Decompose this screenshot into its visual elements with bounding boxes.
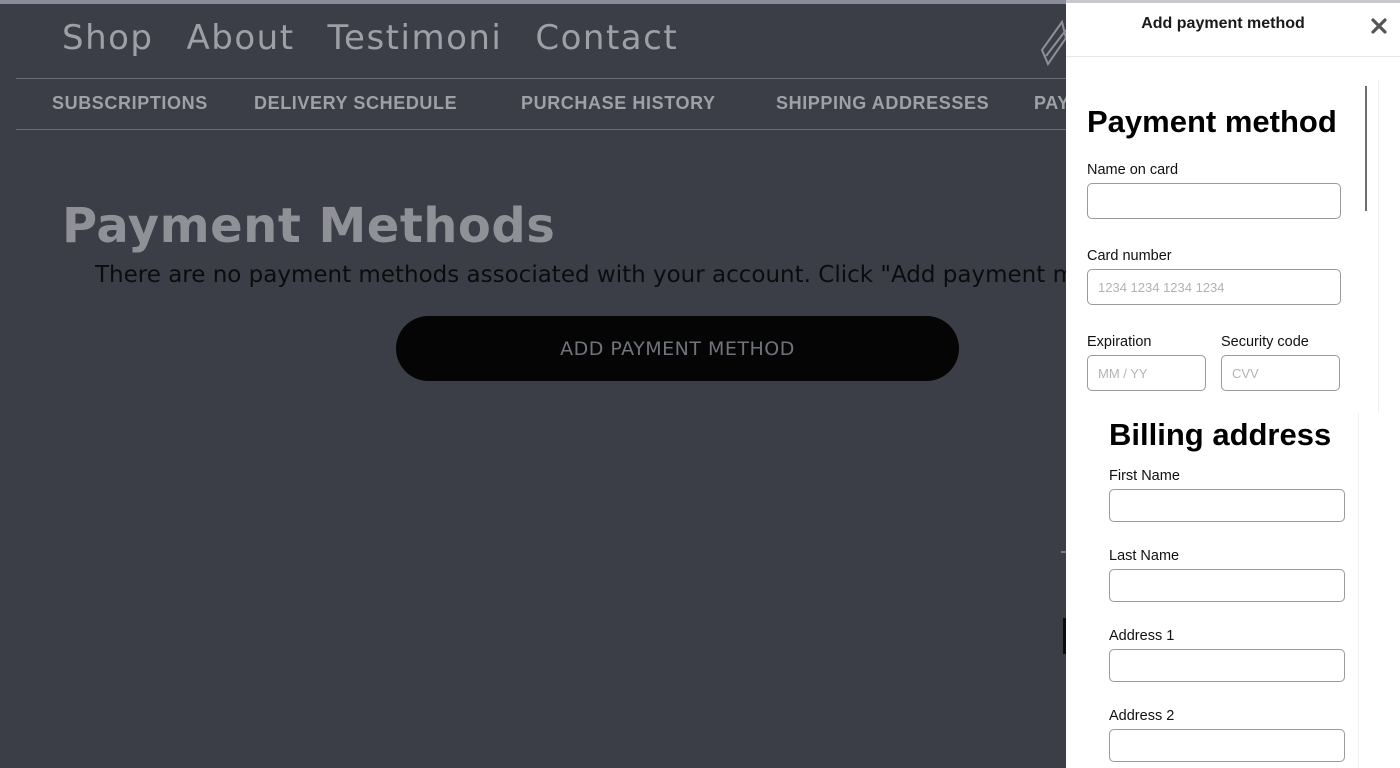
main-nav: Shop About Testimoni Contact bbox=[62, 18, 711, 58]
nav-divider-top bbox=[16, 78, 1066, 79]
address-1-label: Address 1 bbox=[1109, 628, 1175, 644]
address-2-input[interactable] bbox=[1109, 729, 1345, 762]
subnav-subscriptions[interactable]: SUBSCRIPTIONS bbox=[52, 93, 208, 114]
subnav-payment-methods[interactable]: PAY bbox=[1034, 93, 1070, 114]
page-title: Payment Methods bbox=[62, 198, 556, 254]
last-name-label: Last Name bbox=[1109, 548, 1180, 564]
panel-top-strip bbox=[1066, 0, 1400, 3]
address-2-label: Address 2 bbox=[1109, 708, 1175, 724]
subnav-delivery-schedule[interactable]: DELIVERY SCHEDULE bbox=[254, 93, 457, 114]
address-1-input[interactable] bbox=[1109, 649, 1345, 682]
billing-form-frame: Billing address First Name Last Name Add… bbox=[1066, 413, 1359, 768]
subnav-purchase-history[interactable]: PURCHASE HISTORY bbox=[521, 93, 716, 114]
nav-shop[interactable]: Shop bbox=[62, 18, 154, 58]
card-number-input[interactable] bbox=[1087, 269, 1341, 305]
panel-title: Add payment method bbox=[1141, 15, 1305, 32]
nav-testimoni[interactable]: Testimoni bbox=[328, 18, 503, 58]
payment-method-heading: Payment method bbox=[1087, 104, 1337, 139]
add-payment-method-button[interactable]: ADD PAYMENT METHOD bbox=[396, 316, 959, 381]
panel-header: Add payment method bbox=[1066, 0, 1400, 57]
nav-about[interactable]: About bbox=[187, 18, 295, 58]
empty-state-message: There are no payment methods associated … bbox=[95, 262, 1066, 288]
first-name-label: First Name bbox=[1109, 468, 1180, 484]
account-subnav: SUBSCRIPTIONS DELIVERY SCHEDULE PURCHASE… bbox=[0, 93, 1069, 117]
nav-divider-bottom bbox=[16, 129, 1066, 130]
subnav-shipping-addresses[interactable]: SHIPPING ADDRESSES bbox=[776, 93, 989, 114]
expiration-label: Expiration bbox=[1087, 334, 1152, 350]
payment-form-frame: Payment method Name on card Card number … bbox=[1066, 80, 1379, 413]
add-payment-method-panel: Add payment method Payment method Name o… bbox=[1066, 0, 1400, 768]
dimmed-page-background bbox=[0, 4, 1066, 768]
scrollbar-thumb[interactable] bbox=[1365, 86, 1367, 211]
security-code-label: Security code bbox=[1221, 334, 1309, 350]
name-on-card-input[interactable] bbox=[1087, 183, 1341, 219]
billing-address-heading: Billing address bbox=[1109, 417, 1332, 452]
card-number-label: Card number bbox=[1087, 248, 1172, 264]
nav-contact[interactable]: Contact bbox=[535, 18, 678, 58]
first-name-input[interactable] bbox=[1109, 489, 1345, 522]
last-name-input[interactable] bbox=[1109, 569, 1345, 602]
name-on-card-label: Name on card bbox=[1087, 162, 1179, 178]
close-icon[interactable] bbox=[1366, 13, 1392, 39]
logo-icon bbox=[1040, 20, 1066, 66]
security-code-input[interactable] bbox=[1221, 355, 1340, 391]
expiration-input[interactable] bbox=[1087, 355, 1206, 391]
